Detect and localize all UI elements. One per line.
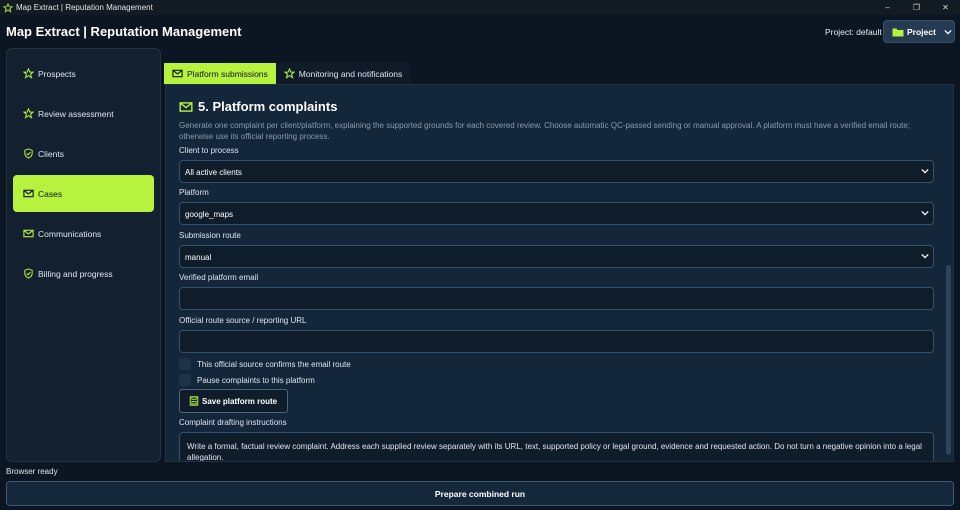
save-button-label: Save platform route (202, 396, 278, 406)
envelope-icon (172, 68, 183, 79)
checkbox-box[interactable] (179, 374, 191, 386)
section-title: 5. Platform complaints (179, 99, 337, 114)
folder-icon (892, 27, 904, 37)
tab-bar: Platform submissions Monitoring and noti… (164, 63, 411, 84)
save-icon (189, 396, 199, 406)
main-panel: 5. Platform complaints Generate one comp… (165, 84, 954, 462)
maximize-button[interactable]: ❐ (902, 0, 931, 15)
sidebar-item-billing[interactable]: Billing and progress (13, 255, 154, 292)
star-icon (283, 68, 295, 79)
shield-check-icon (23, 268, 34, 279)
client-select[interactable]: All active clients (179, 160, 934, 183)
chevron-down-icon (921, 253, 929, 259)
sidebar: Prospects Review assessment Clients Case… (6, 48, 161, 462)
instructions-textarea[interactable]: Write a formal, factual review complaint… (179, 432, 934, 461)
minimize-button[interactable]: – (873, 0, 902, 15)
tab-label: Monitoring and notifications (298, 68, 403, 79)
project-button-label: Project (907, 26, 936, 37)
sidebar-item-label: Clients (38, 148, 64, 159)
checkbox-label: This official source confirms the email … (197, 359, 351, 369)
close-button[interactable]: ✕ (931, 0, 960, 15)
pause-complaints-checkbox[interactable]: Pause complaints to this platform (179, 374, 315, 386)
tab-platform-submissions[interactable]: Platform submissions (164, 63, 276, 84)
confirm-route-checkbox[interactable]: This official source confirms the email … (179, 358, 351, 370)
email-field[interactable] (179, 287, 934, 310)
instructions-label: Complaint drafting instructions (179, 418, 287, 427)
sidebar-item-cases[interactable]: Cases (13, 175, 154, 212)
sidebar-item-clients[interactable]: Clients (13, 135, 154, 172)
client-label: Client to process (179, 146, 239, 155)
chevron-down-icon (921, 168, 929, 174)
app-header: Map Extract | Reputation Management Proj… (0, 15, 960, 49)
chevron-down-icon (944, 29, 952, 35)
tab-label: Platform submissions (187, 68, 268, 79)
app-heading: Map Extract | Reputation Management (6, 24, 242, 39)
project-label: Project: default (825, 27, 882, 37)
checkbox-box[interactable] (179, 358, 191, 370)
route-select[interactable]: manual (179, 245, 934, 268)
scrollbar-thumb[interactable] (946, 265, 951, 455)
app-star-icon (2, 2, 14, 14)
platform-select[interactable]: google_maps (179, 202, 934, 225)
chevron-down-icon (921, 210, 929, 216)
source-url-field[interactable] (179, 330, 934, 353)
sidebar-item-review-assessment[interactable]: Review assessment (13, 95, 154, 132)
sidebar-item-communications[interactable]: Communications (13, 215, 154, 252)
section-description: Generate one complaint per client/platfo… (179, 121, 911, 141)
checkbox-label: Pause complaints to this platform (197, 375, 315, 385)
star-icon (23, 68, 34, 79)
email-label: Verified platform email (179, 273, 259, 282)
envelope-icon (23, 188, 34, 199)
sidebar-item-label: Cases (38, 188, 63, 199)
status-text: Browser ready (6, 467, 58, 476)
window-titlebar: Map Extract | Reputation Management – ❐ … (0, 0, 960, 15)
project-button[interactable]: Project (883, 20, 955, 43)
envelope-icon (23, 228, 34, 239)
source-label: Official route source / reporting URL (179, 316, 307, 325)
sidebar-item-label: Billing and progress (38, 268, 113, 279)
client-select-value: All active clients (185, 168, 242, 177)
route-label: Submission route (179, 231, 241, 240)
save-platform-route-button[interactable]: Save platform route (179, 389, 288, 413)
sidebar-item-label: Review assessment (38, 108, 114, 119)
section-title-text: 5. Platform complaints (198, 99, 338, 114)
star-icon (23, 108, 34, 119)
sidebar-item-label: Prospects (38, 68, 76, 79)
sidebar-item-prospects[interactable]: Prospects (13, 55, 154, 92)
route-select-value: manual (185, 253, 212, 262)
window-title: Map Extract | Reputation Management (16, 3, 153, 12)
tab-monitoring[interactable]: Monitoring and notifications (275, 63, 411, 84)
prepare-combined-run-button[interactable]: Prepare combined run (6, 481, 954, 506)
platform-select-value: google_maps (185, 210, 234, 219)
sidebar-item-label: Communications (38, 228, 102, 239)
shield-check-icon (23, 148, 34, 159)
envelope-icon (179, 100, 193, 114)
platform-label: Platform (179, 188, 209, 197)
